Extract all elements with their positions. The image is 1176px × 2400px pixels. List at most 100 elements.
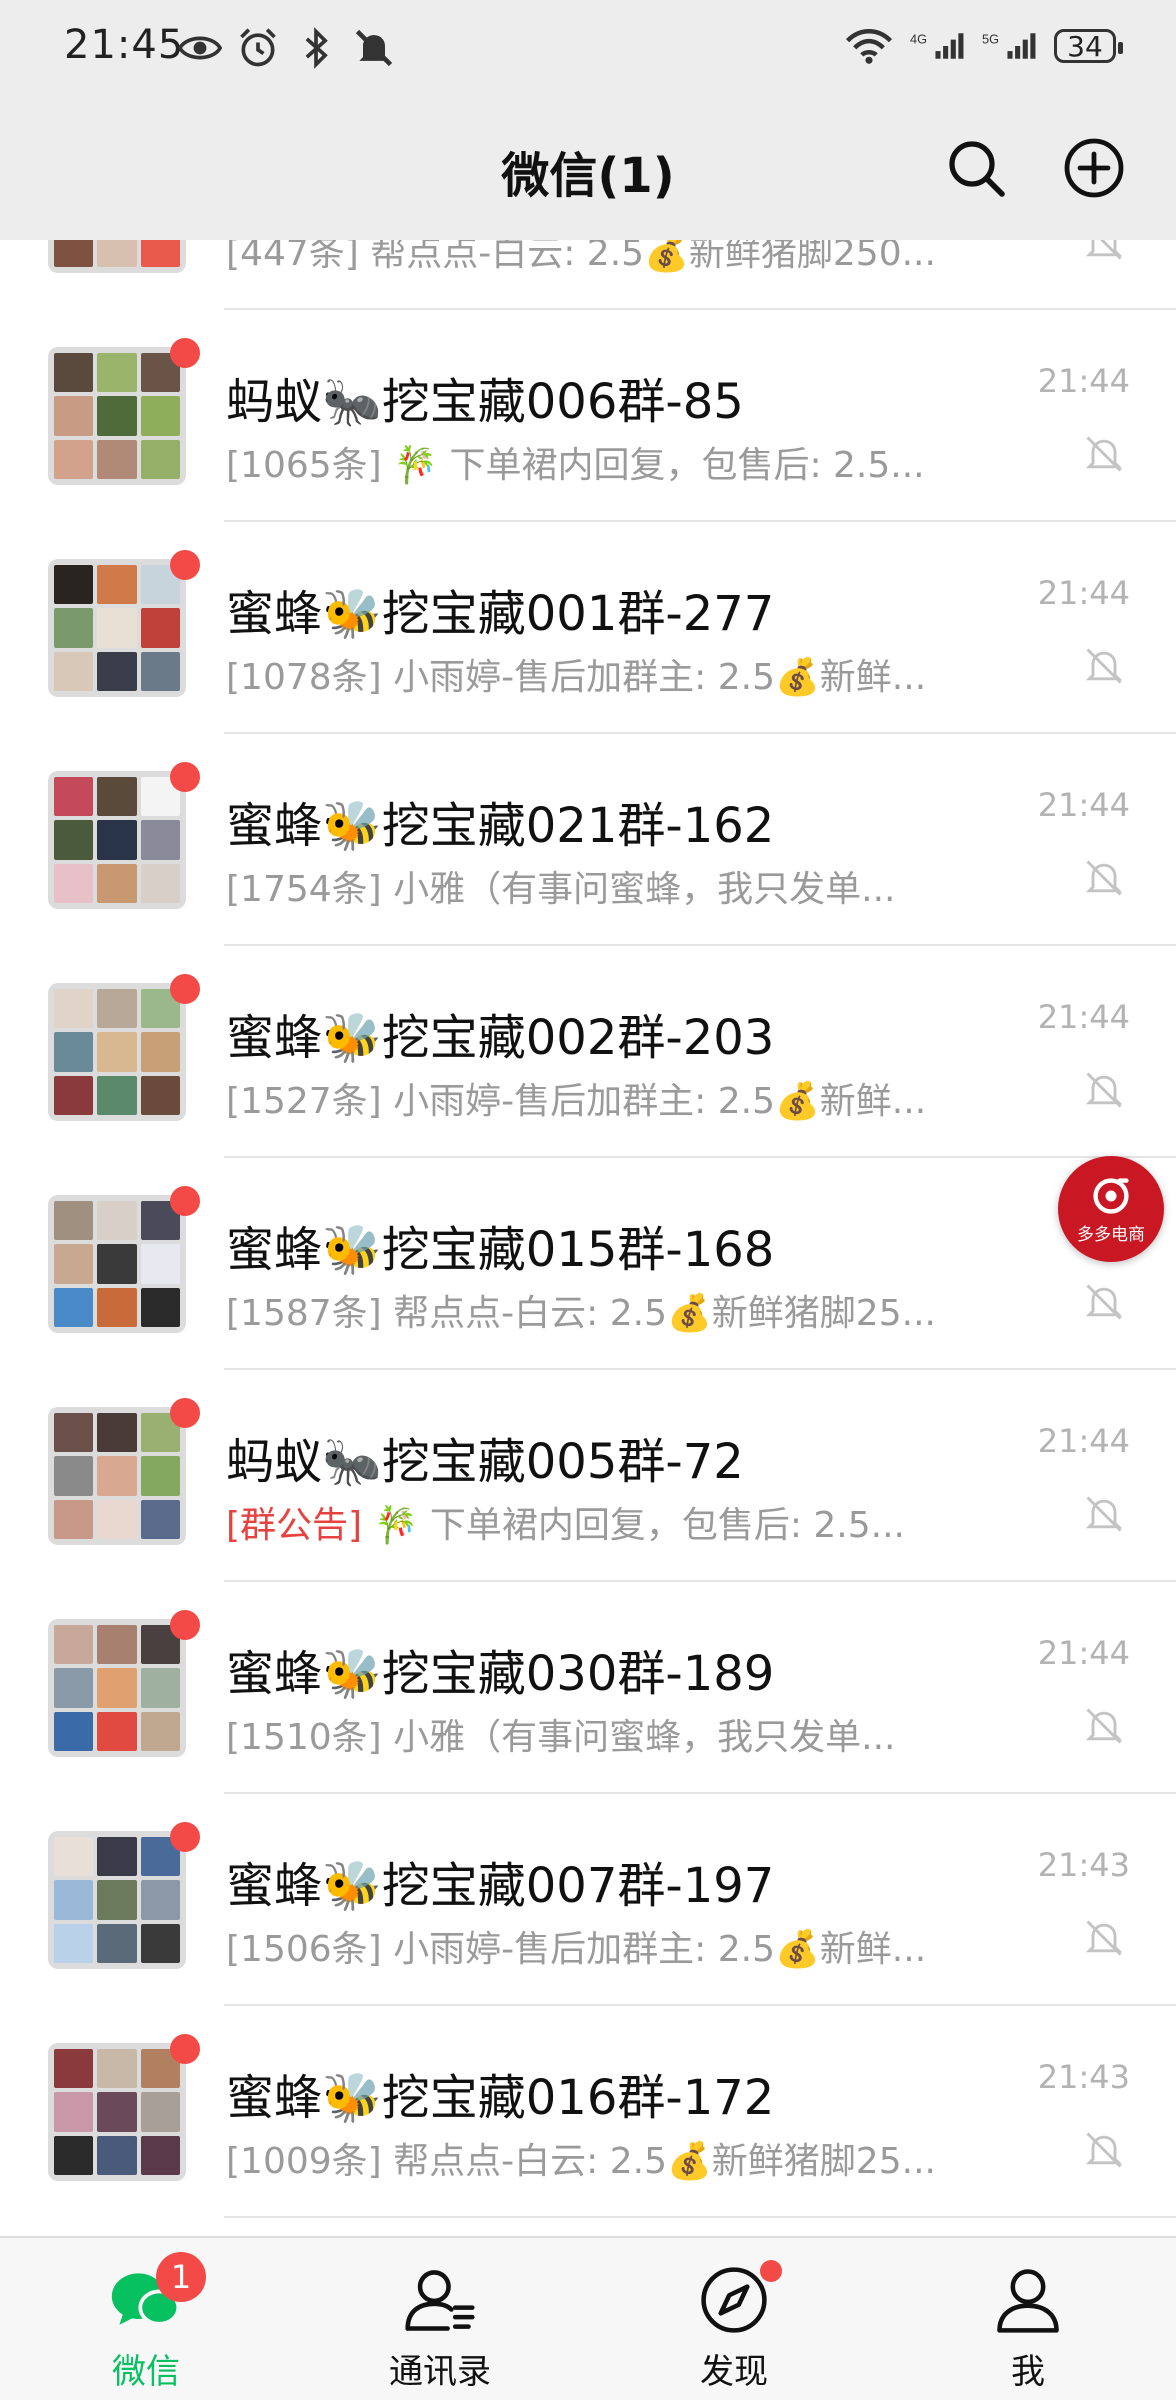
chat-row[interactable]: 蚂蚁🐜挖宝藏005群-72 [群公告] 🎋 下单裙内回复，包售后: 2.5...… bbox=[0, 1370, 1176, 1582]
message-count: [1510条] bbox=[226, 1717, 382, 1758]
status-left-icons bbox=[178, 26, 396, 70]
mute-bell-icon bbox=[1085, 1708, 1123, 1744]
mute-bell-icon bbox=[1085, 2132, 1123, 2168]
unread-dot bbox=[170, 550, 200, 580]
chat-name: 蜜蜂🐝挖宝藏001群-277 bbox=[226, 586, 775, 642]
message-count: [1506条] bbox=[226, 1929, 382, 1970]
tab-chats[interactable]: 1 微信 bbox=[66, 2252, 226, 2393]
bottom-tab-bar: 1 微信 通讯录 发现 我 bbox=[0, 2236, 1176, 2400]
mute-bell-icon bbox=[355, 29, 393, 67]
mute-bell-icon bbox=[1085, 240, 1123, 260]
mute-bell-icon bbox=[1085, 860, 1123, 896]
group-avatar bbox=[48, 2043, 186, 2181]
chat-name: 蜜蜂🐝挖宝藏016群-172 bbox=[226, 2070, 775, 2126]
floating-shop-button[interactable]: 多多电商 bbox=[1058, 1156, 1164, 1262]
unread-dot bbox=[170, 1610, 200, 1640]
chat-name: 蚂蚁🐜挖宝藏006群-85 bbox=[226, 374, 744, 430]
mute-bell-icon bbox=[1085, 1920, 1123, 1956]
chat-preview: [1510条] 小雅（有事问蜜蜂，我只发单... bbox=[226, 1708, 986, 1760]
chat-row[interactable]: 蜜蜂🐝挖宝藏015群-168 [1587条] 帮点点-白云: 2.5💰新鲜猪脚2… bbox=[0, 1158, 1176, 1370]
battery-icon: 34 bbox=[1054, 29, 1123, 63]
announcement-tag: [群公告] bbox=[226, 1505, 363, 1546]
group-avatar bbox=[48, 771, 186, 909]
unread-dot bbox=[170, 1398, 200, 1428]
chat-time: 21:44 bbox=[1037, 1422, 1130, 1460]
chat-preview: [1065条] 🎋 下单裙内回复，包售后: 2.5... bbox=[226, 436, 986, 488]
group-avatar bbox=[48, 240, 186, 273]
chat-name: 蜜蜂🐝挖宝藏002群-203 bbox=[226, 1010, 775, 1066]
tab-label: 我 bbox=[1011, 2352, 1045, 2392]
last-message: 🎋 下单裙内回复，包售后: 2.5... bbox=[393, 445, 925, 486]
group-avatar bbox=[48, 1195, 186, 1333]
unread-dot bbox=[170, 1822, 200, 1852]
chat-time: 21:44 bbox=[1037, 786, 1130, 824]
group-avatar bbox=[48, 1831, 186, 1969]
chat-row[interactable]: 蜜蜂🐝挖宝藏030群-189 [1510条] 小雅（有事问蜜蜂，我只发单... … bbox=[0, 1582, 1176, 1794]
wifi-icon bbox=[845, 29, 893, 64]
unread-dot bbox=[170, 2034, 200, 2064]
chat-preview: [1587条] 帮点点-白云: 2.5💰新鲜猪脚25... bbox=[226, 1284, 986, 1336]
mute-bell-icon bbox=[1085, 648, 1123, 684]
last-message: 小雨婷-售后加群主: 2.5💰新鲜... bbox=[393, 1081, 927, 1122]
unread-dot bbox=[170, 338, 200, 368]
tab-badge: 1 bbox=[156, 2252, 206, 2302]
signal-4g-icon: 4G bbox=[910, 31, 964, 59]
divider bbox=[224, 2216, 1176, 2218]
mute-bell-icon bbox=[1085, 436, 1123, 472]
chat-row[interactable]: 蜜蜂🐝挖宝藏016群-172 [1009条] 帮点点-白云: 2.5💰新鲜猪脚2… bbox=[0, 2006, 1176, 2218]
chat-name: 蜜蜂🐝挖宝藏030群-189 bbox=[226, 1646, 775, 1702]
chat-preview: [1009条] 帮点点-白云: 2.5💰新鲜猪脚25... bbox=[226, 2132, 986, 2184]
chat-row[interactable]: [447条] 帮点点-白云: 2.5💰新鲜猪脚250... bbox=[0, 240, 1176, 310]
last-message: 帮点点-白云: 2.5💰新鲜猪脚25... bbox=[393, 1293, 936, 1334]
message-count: [1009条] bbox=[226, 2141, 382, 2182]
tab-label: 微信 bbox=[112, 2352, 180, 2392]
chat-row[interactable]: 蚂蚁🐜挖宝藏006群-85 [1065条] 🎋 下单裙内回复，包售后: 2.5.… bbox=[0, 310, 1176, 522]
mute-bell-icon bbox=[1085, 1284, 1123, 1320]
chat-name: 蜜蜂🐝挖宝藏007群-197 bbox=[226, 1858, 775, 1914]
chat-row[interactable]: 蜜蜂🐝挖宝藏007群-197 [1506条] 小雨婷-售后加群主: 2.5💰新鲜… bbox=[0, 1794, 1176, 2006]
chat-preview: [1754条] 小雅（有事问蜜蜂，我只发单... bbox=[226, 860, 986, 912]
chat-name: 蜜蜂🐝挖宝藏015群-168 bbox=[226, 1222, 775, 1278]
chat-row[interactable]: 蜜蜂🐝挖宝藏002群-203 [1527条] 小雨婷-售后加群主: 2.5💰新鲜… bbox=[0, 946, 1176, 1158]
alarm-icon bbox=[240, 28, 276, 67]
unread-dot bbox=[170, 1186, 200, 1216]
chat-time: 21:44 bbox=[1037, 1634, 1130, 1672]
chat-row[interactable]: 蜜蜂🐝挖宝藏021群-162 [1754条] 小雅（有事问蜜蜂，我只发单... … bbox=[0, 734, 1176, 946]
chat-time: 21:43 bbox=[1037, 2058, 1130, 2096]
last-message: 小雨婷-售后加群主: 2.5💰新鲜... bbox=[393, 657, 927, 698]
message-count: [1065条] bbox=[226, 445, 382, 486]
chat-preview: [1078条] 小雨婷-售后加群主: 2.5💰新鲜... bbox=[226, 648, 986, 700]
tab-me[interactable]: 我 bbox=[948, 2262, 1108, 2393]
battery-level: 34 bbox=[1067, 29, 1103, 63]
message-count: [1754条] bbox=[226, 869, 382, 910]
last-message: 帮点点-白云: 2.5💰新鲜猪脚25... bbox=[393, 2141, 936, 2182]
unread-dot bbox=[170, 974, 200, 1004]
chat-name: 蚂蚁🐜挖宝藏005群-72 bbox=[226, 1434, 744, 1490]
group-avatar bbox=[48, 983, 186, 1121]
eye-icon bbox=[178, 36, 222, 60]
shop-label: 多多电商 bbox=[1077, 1224, 1145, 1245]
network-5g-label: 5G bbox=[982, 31, 999, 46]
group-avatar bbox=[48, 1619, 186, 1757]
contacts-icon bbox=[405, 2270, 475, 2331]
mute-bell-icon bbox=[1085, 1072, 1123, 1108]
chat-list[interactable]: [447条] 帮点点-白云: 2.5💰新鲜猪脚250... 蚂蚁🐜挖宝藏006群… bbox=[0, 240, 1176, 2236]
chat-row[interactable]: 蜜蜂🐝挖宝藏001群-277 [1078条] 小雨婷-售后加群主: 2.5💰新鲜… bbox=[0, 522, 1176, 734]
app-header: 微信(1) bbox=[0, 100, 1176, 240]
last-message: 小雅（有事问蜜蜂，我只发单... bbox=[393, 1717, 896, 1758]
chat-preview: [1506条] 小雨婷-售后加群主: 2.5💰新鲜... bbox=[226, 1920, 986, 1972]
add-button[interactable] bbox=[1062, 136, 1126, 200]
unread-dot bbox=[170, 762, 200, 792]
tab-label: 发现 bbox=[700, 2352, 768, 2392]
tab-discover[interactable]: 发现 bbox=[654, 2260, 814, 2393]
chat-time: 21:44 bbox=[1037, 574, 1130, 612]
search-button[interactable] bbox=[944, 136, 1008, 200]
new-dot bbox=[760, 2260, 782, 2282]
search-icon bbox=[949, 141, 1005, 197]
chat-preview: [群公告] 🎋 下单裙内回复，包售后: 2.5... bbox=[226, 1496, 986, 1548]
tab-contacts[interactable]: 通讯录 bbox=[360, 2262, 520, 2393]
mute-bell-icon bbox=[1085, 1496, 1123, 1532]
message-count: [1078条] bbox=[226, 657, 382, 698]
signal-5g-icon: 5G bbox=[982, 31, 1036, 59]
chat-name: 蜜蜂🐝挖宝藏021群-162 bbox=[226, 798, 775, 854]
